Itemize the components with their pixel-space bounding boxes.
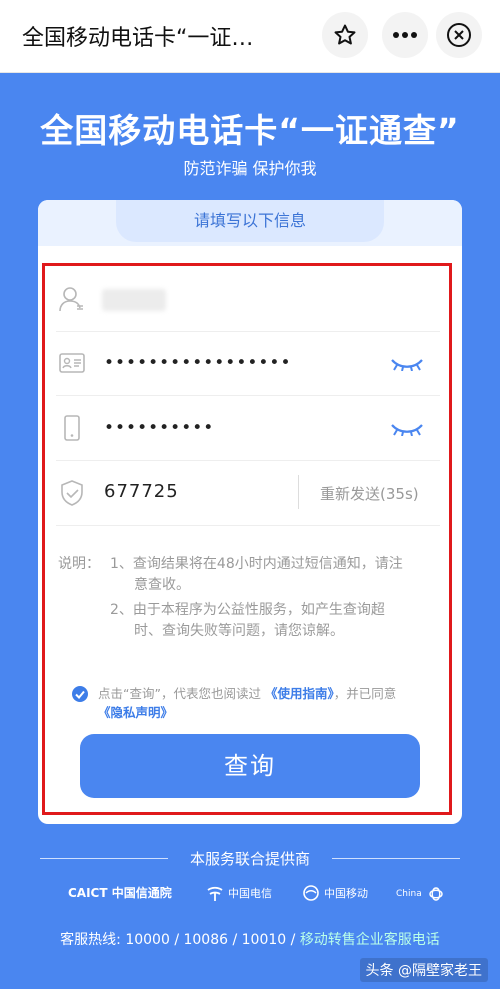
more-icon — [393, 32, 417, 38]
provided-by-section: 本服务联合提供商 — [0, 848, 500, 870]
page-subtitle: 防范诈骗 保护你我 — [183, 159, 317, 178]
hotline-numbers: 客服热线: 10000 / 10086 / 10010 / — [60, 932, 300, 948]
top-bar: 全国移动电话卡“一证… — [0, 0, 500, 73]
china-unicom-logo: China — [396, 884, 446, 904]
red-highlight-box — [42, 263, 452, 815]
china-telecom-text: 中国电信 — [228, 887, 272, 900]
close-icon — [447, 23, 471, 47]
more-button[interactable] — [382, 12, 428, 58]
china-mobile-text: 中国移动 — [324, 887, 368, 900]
caict-logo-text: CAICT 中国信通院 — [68, 886, 172, 900]
unicom-knot-icon — [429, 887, 443, 901]
provider-logos: CAICT 中国信通院 中国电信 中国移动 China — [0, 884, 500, 908]
star-button[interactable] — [322, 12, 368, 58]
window-title: 全国移动电话卡“一证… — [22, 26, 254, 51]
watermark: 头条 @隔壁家老王 — [359, 958, 488, 982]
close-button[interactable] — [436, 12, 482, 58]
form-tab-label: 请填写以下信息 — [116, 200, 384, 242]
china-unicom-text: China — [396, 889, 422, 899]
china-mobile-logo: 中国移动 — [302, 884, 368, 902]
china-telecom-logo: 中国电信 — [206, 884, 272, 902]
china-telecom-icon — [207, 886, 223, 901]
china-mobile-icon — [303, 885, 319, 901]
hotline-text: 客服热线: 10000 / 10086 / 10010 / 移动转售企业客服电话 — [0, 929, 500, 949]
star-icon — [334, 24, 356, 45]
divider-right — [332, 858, 460, 859]
page-title: 全国移动电话卡“一证通查” — [40, 111, 460, 150]
reseller-hotline-link[interactable]: 移动转售企业客服电话 — [300, 932, 440, 948]
caict-logo: CAICT 中国信通院 — [68, 884, 172, 901]
